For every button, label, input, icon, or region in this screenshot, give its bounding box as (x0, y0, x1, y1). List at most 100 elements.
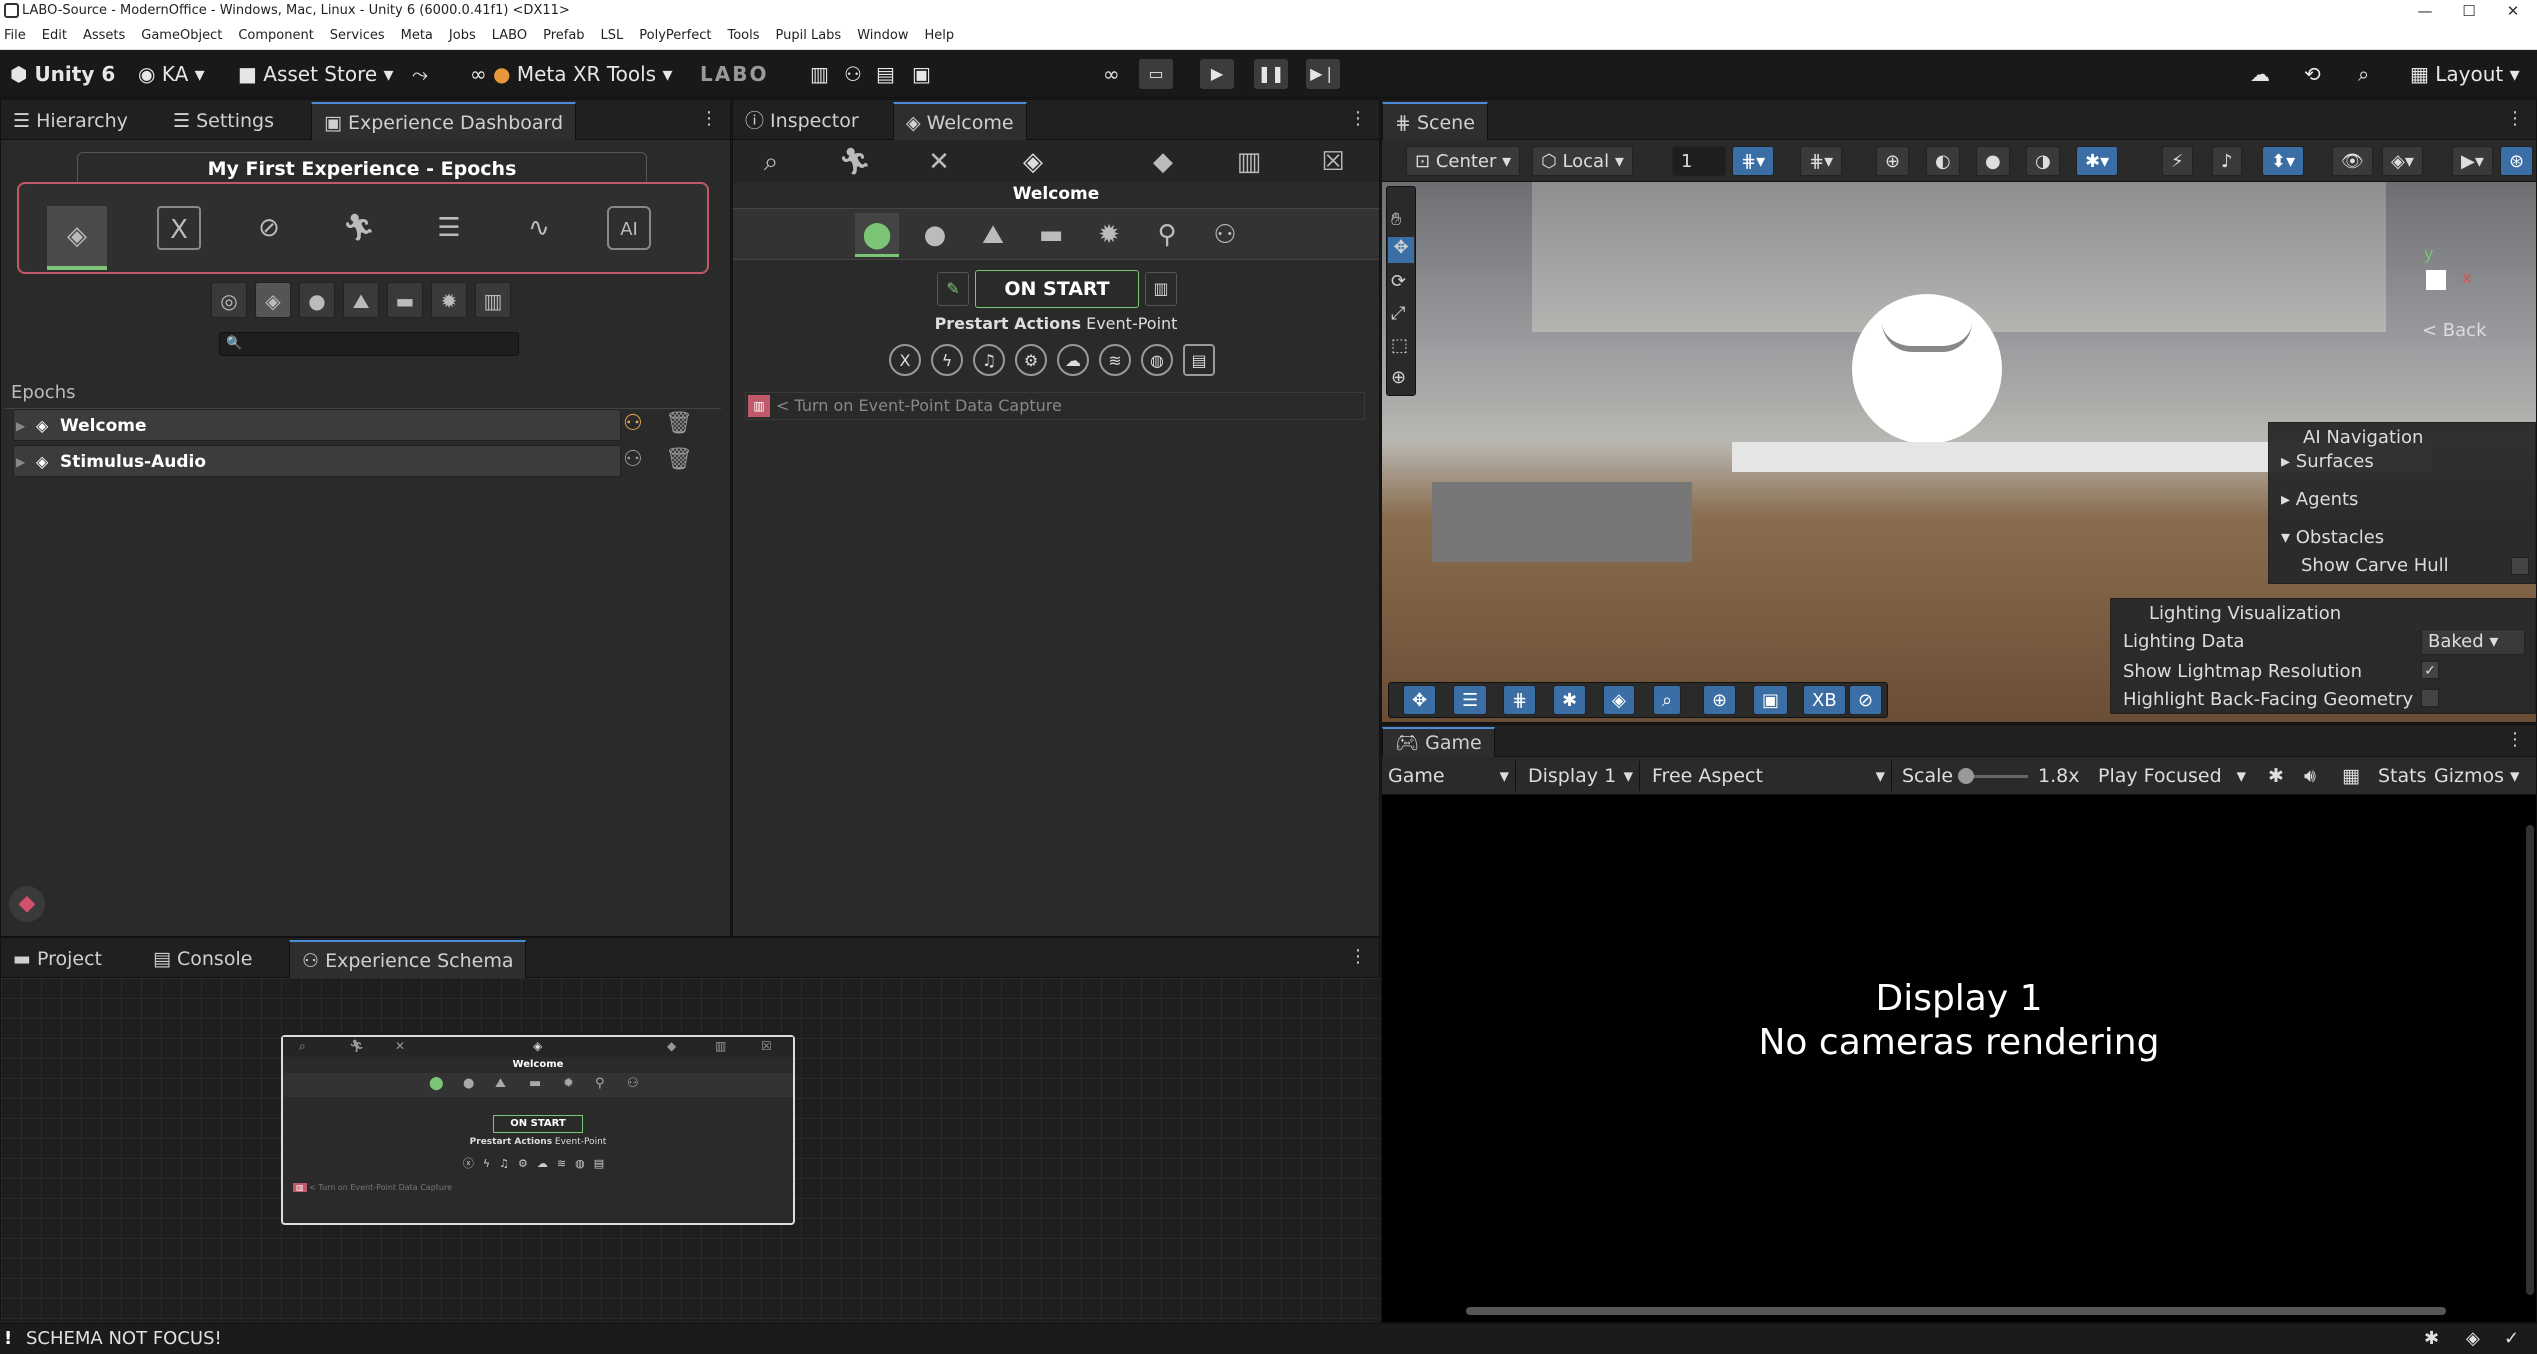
move-tool-icon[interactable]: ✥ (1388, 237, 1414, 263)
debug-draw-icon[interactable]: ✱▾ (2076, 146, 2119, 176)
gizmos-icon[interactable]: ⊛ (2500, 146, 2534, 176)
light-filter-icon[interactable]: ✹ (431, 282, 467, 318)
ai-nav-obstacles[interactable]: ▾ Obstacles (2281, 527, 2384, 548)
gizmos-dropdown[interactable]: Gizmos ▾ (2428, 761, 2526, 791)
light-icon[interactable]: ✹ (1087, 213, 1131, 257)
visibility-icon[interactable]: 👁︎ (2332, 146, 2373, 176)
epoch-row-stimulus-audio[interactable]: ▶ ◈ Stimulus-Audio (13, 445, 621, 477)
menu-window[interactable]: Window (857, 28, 908, 43)
meta-xr-tools-dropdown[interactable]: ∞ ● Meta XR Tools ▾ (470, 61, 673, 87)
shading-solid-icon[interactable]: ● (1976, 146, 2010, 176)
schema-node-icon[interactable]: ⚇ (623, 411, 643, 436)
camera-dropdown-icon[interactable]: ▶▾ (2452, 146, 2493, 176)
overlay-align-icon[interactable]: ☰ (1453, 685, 1488, 715)
vertical-scrollbar[interactable] (2526, 825, 2534, 1295)
menu-meta[interactable]: Meta (401, 28, 433, 43)
scene-viewport[interactable]: y x < Back ✋︎ ✥ ⟳ ⤢ ⬚ ⊕ AI Navigation ▸ … (1382, 182, 2536, 722)
epoch-search-input[interactable]: 🔍 (219, 332, 519, 356)
close-panel-icon[interactable]: ☒ (1311, 140, 1355, 184)
avatar-icon[interactable]: ● (913, 213, 957, 257)
grid-size-input[interactable]: 1 (1672, 146, 1726, 176)
game-mode-dropdown[interactable]: Game ▾ (1382, 761, 1516, 791)
menu-file[interactable]: File (4, 28, 26, 43)
menu-tools[interactable]: Tools (727, 28, 759, 43)
aspect-dropdown[interactable]: Free Aspect ▾ (1646, 761, 1892, 791)
schema-icon[interactable]: ⚇ (1203, 213, 1247, 257)
library-filter-icon[interactable]: ▥ (475, 282, 511, 318)
simulator-icon[interactable]: ▭ (1139, 59, 1173, 89)
debug-status-icon[interactable]: ✱ (2424, 1324, 2439, 1354)
search-module-icon[interactable]: ⌕ (749, 140, 793, 184)
epoch-row-welcome[interactable]: ▶ ◈ Welcome (13, 409, 621, 441)
display-icon[interactable]: ▬ (1029, 213, 1073, 257)
action-clipboard-icon[interactable]: ▤ (1183, 344, 1215, 376)
meta-link-icon[interactable]: ∞ (1103, 61, 1120, 87)
delete-epoch-icon[interactable]: 🗑︎ (665, 447, 693, 472)
overlay-grid-icon[interactable]: ⋕ (1503, 685, 1537, 715)
panel-menu-icon[interactable]: ⋮ (1349, 108, 1367, 129)
action-x-icon[interactable]: X (889, 344, 921, 376)
expand-arrow-icon[interactable]: ▶ (16, 410, 25, 442)
scale-tool-icon[interactable]: ⤢ (1391, 303, 1405, 324)
data-capture-row[interactable]: ▥ < Turn on Event-Point Data Capture (745, 392, 1365, 420)
location-pin-icon[interactable]: ⚲ (1145, 213, 1189, 257)
epochs-module-icon[interactable]: ◈ (47, 206, 107, 270)
menu-component[interactable]: Component (238, 28, 313, 43)
grid-snap-icon[interactable]: ⋕▾ (1732, 146, 1775, 176)
panel-menu-icon[interactable]: ⋮ (2506, 108, 2524, 129)
overlay-debug-icon[interactable]: ✱ (1553, 685, 1587, 715)
panel-menu-icon[interactable]: ⋮ (700, 108, 718, 129)
lighting-toggle-icon[interactable]: ⚡ (2162, 146, 2193, 176)
shading-render-icon[interactable]: ◑ (2026, 146, 2060, 176)
menu-help[interactable]: Help (924, 28, 954, 43)
history-icon[interactable]: ⟲ (2304, 61, 2321, 87)
menu-polyperfect[interactable]: PolyPerfect (639, 28, 711, 43)
display-dropdown[interactable]: Display 1 ▾ (1522, 761, 1640, 791)
menu-pupil-labs[interactable]: Pupil Labs (776, 28, 842, 43)
menu-lsl[interactable]: LSL (601, 28, 624, 43)
layers-dropdown-icon[interactable]: ◈▾ (2382, 146, 2423, 176)
delete-epoch-icon[interactable]: 🗑︎ (665, 411, 693, 436)
runner-module-icon[interactable]: 🏃︎ (337, 206, 381, 250)
schema-icon[interactable]: ⚇ (844, 61, 862, 87)
lighting-data-dropdown[interactable]: Baked ▾ (2421, 629, 2525, 655)
pivot-local-dropdown[interactable]: ⬡ Local ▾ (1532, 146, 1633, 176)
schema-node-icon[interactable]: ⚇ (623, 447, 643, 472)
layers-module-icon[interactable]: ☰ (427, 206, 471, 250)
library-icon[interactable]: ▤ (876, 61, 895, 87)
show-carve-hull-checkbox[interactable] (2511, 557, 2529, 575)
action-globe-icon[interactable]: ◍ (1141, 344, 1173, 376)
panel-menu-icon[interactable]: ⋮ (1349, 946, 1367, 967)
asset-store-dropdown[interactable]: ■ Asset Store ▾ (238, 61, 394, 87)
play-button[interactable]: ▶ (1200, 59, 1234, 89)
hand-tool-icon[interactable]: ✋︎ (1391, 209, 1401, 230)
maximize-button[interactable]: ☐ (2447, 0, 2491, 22)
play-mode-dropdown[interactable]: Play Focused ▾ (2092, 761, 2252, 791)
stats-button[interactable]: Stats (2372, 761, 2433, 791)
library-icon[interactable]: ▥ (1145, 272, 1177, 306)
landscape-filter-icon[interactable]: ⛰ (343, 282, 379, 318)
runner-module-icon[interactable]: 🏃︎ (833, 140, 877, 184)
horizontal-scrollbar[interactable] (1466, 1307, 2446, 1315)
menu-labo[interactable]: LABO (492, 28, 527, 43)
action-bolt-icon[interactable]: ϟ (931, 344, 963, 376)
menu-edit[interactable]: Edit (42, 28, 67, 43)
menu-prefab[interactable]: Prefab (543, 28, 584, 43)
overlay-camera-icon[interactable]: ▣ (1753, 685, 1789, 715)
books-module-icon[interactable]: ▥ (1227, 140, 1271, 184)
event-point-icon[interactable]: ⬤ (855, 213, 899, 257)
account-dropdown[interactable]: ◉ KA ▾ (138, 61, 205, 87)
avatar-filter-icon[interactable]: ● (299, 282, 335, 318)
scale-slider-handle[interactable] (1958, 768, 1974, 784)
tab-experience-dashboard[interactable]: ▣ Experience Dashboard (311, 102, 577, 140)
layout-dropdown[interactable]: ▦ Layout ▾ (2410, 61, 2520, 87)
ai-nav-surfaces[interactable]: ▸ Surfaces (2281, 451, 2374, 472)
cloud-icon[interactable]: ☁ (2250, 61, 2270, 87)
scene-back-button[interactable]: < Back (2422, 320, 2487, 341)
pivot-center-dropdown[interactable]: ⊡ Center ▾ (1406, 146, 1521, 176)
rotate-tool-icon[interactable]: ⟳ (1391, 271, 1406, 292)
rect-tool-icon[interactable]: ⬚ (1391, 335, 1408, 356)
on-start-button[interactable]: ON START (975, 270, 1139, 308)
increment-snap-icon[interactable]: ⋕▾ (1800, 146, 1843, 176)
panel-menu-icon[interactable]: ⋮ (2506, 729, 2524, 750)
